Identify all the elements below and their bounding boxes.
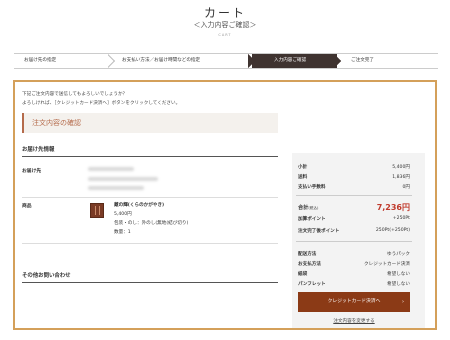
product-price: 5,400円 [114,212,132,217]
product-label: 商品 [22,204,32,209]
page-subtitle: ＜入力内容ご確認＞ [193,21,257,29]
redacted-phone [88,186,144,190]
divider [22,197,278,198]
divider [22,156,278,157]
product-thumbnail [90,203,104,218]
change-order-link[interactable]: 注文内容を変更する [298,318,410,324]
fee-label: 支払い手数料 [298,185,326,190]
step-delivery: お届け先の指定 [14,54,112,68]
cta-label: クレジットカード決済へ [327,299,381,304]
page-title: カート [203,6,246,20]
step-confirm-active: 入力内容ご確認 [252,54,337,68]
delivery-label: お届け先 [22,169,42,174]
divider [22,243,278,244]
section-heading: 注文内容の確認 [22,113,278,133]
step-label: 入力内容ご確認 [274,58,307,63]
divider [296,241,412,242]
redacted-name [88,167,134,171]
divider [296,195,412,196]
after-points-value: 250Pt(+250Pt) [375,228,410,233]
subtotal-value: 5,400円 [392,165,410,170]
divider [22,282,278,283]
intro-line-1: 下記ご注文内容で送信してもよろしいでしょうか？ [22,92,128,97]
product-qty: 数量：1 [114,230,131,235]
total-tax-note: (税込) [308,206,319,210]
product-options: 包装・のし：外のし(無地(結び切り) [114,221,189,226]
shipping-value: 1,836円 [392,175,410,180]
method-value: ゆうパック [387,252,410,257]
page-title-en: CART [218,33,232,37]
chevron-right-icon [248,54,256,68]
step-payment: お支払い方法／お届け時間などの指定 [112,54,252,68]
points-value: +250Pt [392,216,410,221]
redacted-address [88,177,158,181]
wrap-label: 紙袋 [298,272,308,277]
credit-card-checkout-button[interactable]: クレジットカード決済へ › [298,292,410,312]
method-label: 配送方法 [298,252,317,257]
delivery-heading: お届け先情報 [22,147,55,153]
step-complete: ご注文完了 [337,54,438,68]
section-title: 注文内容の確認 [32,119,81,127]
total-label: 合計(税込) [298,204,318,211]
chevron-right-icon: › [402,299,404,305]
intro-line-2: よろしければ、［クレジットカード決済へ］ボタンをクリックしてください。 [22,101,181,106]
payment-label: お支払方法 [298,262,321,267]
pamphlet-value: 希望しない [387,282,410,287]
total-label-text: 合計 [298,205,309,211]
step-label: お支払い方法／お届け時間などの指定 [122,58,201,63]
checkout-steps: お届け先の指定 お支払い方法／お届け時間などの指定 入力内容ご確認 ご注文完了 [14,53,438,69]
chevron-right-icon [108,54,116,68]
points-label: 加算ポイント [298,217,326,222]
product-name: 蔵の輝(くらのかがやき) [114,203,165,208]
wrap-value: 希望しない [387,272,410,277]
chevron-right-icon [335,54,345,68]
subtotal-label: 小計 [298,165,308,170]
after-points-label: 注文完了後ポイント [298,229,340,234]
fee-value: 0円 [402,185,410,190]
step-label: ご注文完了 [351,58,374,63]
shipping-label: 送料 [298,175,308,180]
step-label: お届け先の指定 [24,58,57,63]
payment-value: クレジットカード決済 [364,262,410,267]
total-value: 7,236円 [376,203,410,212]
intro-text: 下記ご注文内容で送信してもよろしいでしょうか？ よろしければ、［クレジットカード… [22,90,180,108]
inquiry-heading: その他お問い合わせ [22,273,71,279]
pamphlet-label: パンフレット [298,282,326,287]
